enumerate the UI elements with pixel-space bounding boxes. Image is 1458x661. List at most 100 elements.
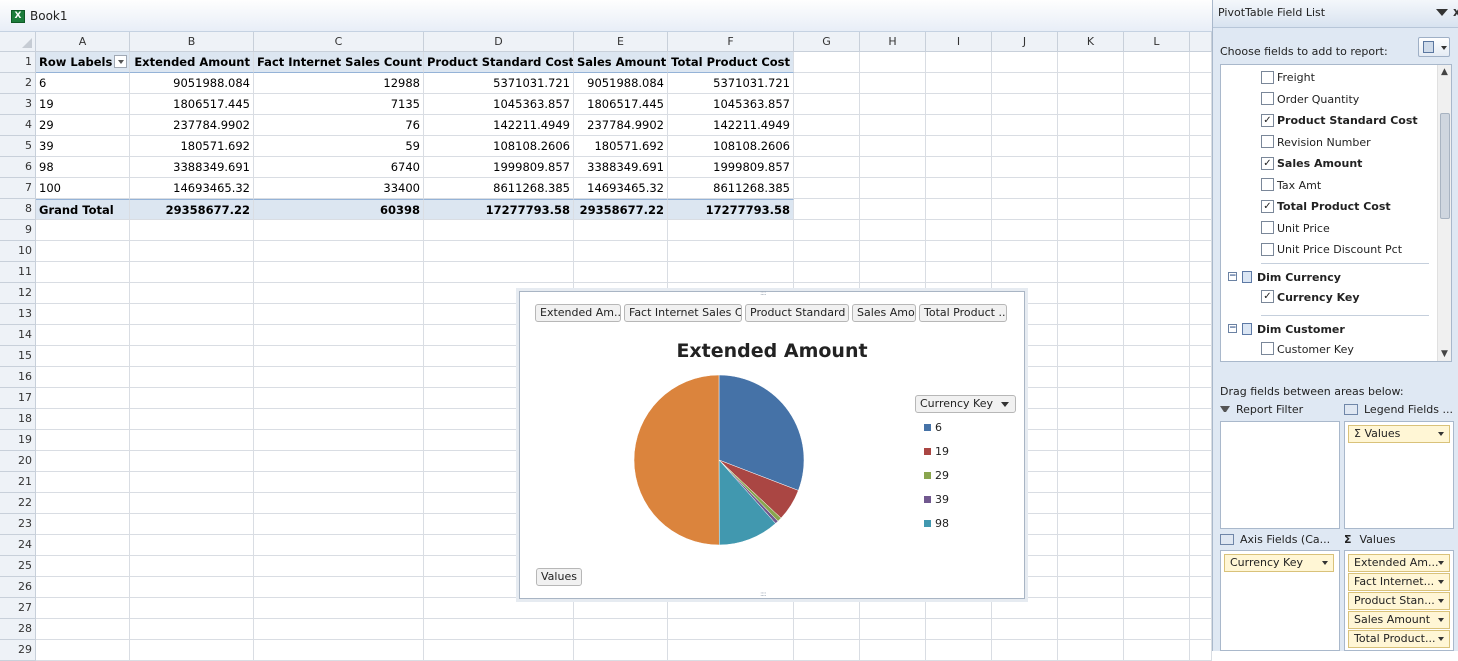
grid-cell[interactable]: [130, 577, 254, 598]
grid-cell[interactable]: [668, 262, 794, 283]
pivot-value-cell[interactable]: 108108.2606: [668, 136, 794, 157]
row-header-4[interactable]: 4: [0, 115, 36, 136]
grid-cell[interactable]: [926, 115, 992, 136]
grid-cell[interactable]: [254, 430, 424, 451]
grid-cell[interactable]: [130, 388, 254, 409]
grid-cell[interactable]: [1124, 409, 1190, 430]
grid-cell[interactable]: [254, 556, 424, 577]
grid-cell[interactable]: [130, 598, 254, 619]
grid-cell[interactable]: [1058, 409, 1124, 430]
grid-cell[interactable]: [254, 598, 424, 619]
grid-cell[interactable]: [860, 220, 926, 241]
field-item[interactable]: Order Quantity: [1261, 91, 1359, 109]
row-header-2[interactable]: 2: [0, 73, 36, 94]
grid-cell[interactable]: [1058, 619, 1124, 640]
pivot-value-cell[interactable]: 237784.9902: [574, 115, 668, 136]
scroll-up-icon[interactable]: ▲: [1441, 67, 1448, 77]
grid-cell[interactable]: [1058, 52, 1124, 73]
pivot-column-header[interactable]: Extended Amount: [130, 52, 254, 73]
grid-cell[interactable]: [36, 577, 130, 598]
value-field-chip[interactable]: Extended Am...: [1348, 554, 1450, 572]
grid-cell[interactable]: [1124, 388, 1190, 409]
grid-cell[interactable]: [1058, 136, 1124, 157]
grid-cell[interactable]: [424, 220, 574, 241]
row-header-23[interactable]: 23: [0, 514, 36, 535]
checkbox-icon[interactable]: [1261, 70, 1274, 84]
grid-cell[interactable]: [1124, 262, 1190, 283]
column-header-j[interactable]: J: [992, 32, 1058, 52]
grid-cell[interactable]: [36, 451, 130, 472]
pivot-row-label[interactable]: 39: [36, 136, 130, 157]
grid-cell[interactable]: [36, 430, 130, 451]
grid-cell[interactable]: [254, 514, 424, 535]
row-header-25[interactable]: 25: [0, 556, 36, 577]
grid-cell[interactable]: [794, 157, 860, 178]
pie-slice-100[interactable]: [633, 374, 720, 546]
pivot-value-cell[interactable]: 8611268.385: [424, 178, 574, 199]
grid-cell[interactable]: [1058, 199, 1124, 220]
pivot-value-cell[interactable]: 1045363.857: [668, 94, 794, 115]
checkbox-icon[interactable]: [1261, 178, 1274, 191]
row-header-10[interactable]: 10: [0, 241, 36, 262]
grid-cell[interactable]: [130, 451, 254, 472]
pivot-value-cell[interactable]: 76: [254, 115, 424, 136]
grid-cell[interactable]: [36, 283, 130, 304]
pivot-value-cell[interactable]: 12988: [254, 73, 424, 94]
grid-cell[interactable]: [36, 325, 130, 346]
checkbox-icon[interactable]: [1261, 135, 1274, 148]
grid-cell[interactable]: [1124, 199, 1190, 220]
grid-cell[interactable]: [992, 262, 1058, 283]
grid-cell[interactable]: [254, 535, 424, 556]
field-item[interactable]: Unit Price Discount Pct: [1261, 241, 1402, 259]
grid-cell[interactable]: [860, 619, 926, 640]
row-header-21[interactable]: 21: [0, 472, 36, 493]
grid-cell[interactable]: [926, 262, 992, 283]
row-header-1[interactable]: 1: [0, 52, 36, 73]
grid-cell[interactable]: [992, 94, 1058, 115]
close-icon[interactable]: x: [1453, 5, 1458, 19]
grid-cell[interactable]: [254, 409, 424, 430]
field-item[interactable]: Revision Number: [1261, 134, 1371, 152]
chart-resize-handle-bottom[interactable]: ::::: [760, 590, 767, 598]
column-header-g[interactable]: G: [794, 32, 860, 52]
field-item[interactable]: ✓ Total Product Cost: [1261, 198, 1391, 216]
field-list-layout-button[interactable]: [1418, 37, 1450, 57]
grid-cell[interactable]: [992, 157, 1058, 178]
grid-cell[interactable]: [926, 52, 992, 73]
checkbox-icon[interactable]: [1261, 221, 1274, 234]
grid-cell[interactable]: [1124, 451, 1190, 472]
pivot-value-cell[interactable]: 9051988.084: [130, 73, 254, 94]
grid-cell[interactable]: [1058, 451, 1124, 472]
grid-cell[interactable]: [574, 220, 668, 241]
grid-cell[interactable]: [1124, 115, 1190, 136]
pivot-value-cell[interactable]: 8611268.385: [668, 178, 794, 199]
row-header-11[interactable]: 11: [0, 262, 36, 283]
pivot-value-cell[interactable]: 142211.4949: [424, 115, 574, 136]
grid-cell[interactable]: [36, 493, 130, 514]
chart-value-button[interactable]: Total Product ...: [919, 304, 1007, 322]
grid-cell[interactable]: [926, 220, 992, 241]
grid-cell[interactable]: [926, 619, 992, 640]
grid-cell[interactable]: [1058, 304, 1124, 325]
grid-cell[interactable]: [424, 619, 574, 640]
grid-cell[interactable]: [794, 199, 860, 220]
row-header-27[interactable]: 27: [0, 598, 36, 619]
grid-cell[interactable]: [926, 241, 992, 262]
row-header-24[interactable]: 24: [0, 535, 36, 556]
chart-value-button[interactable]: Sales Amo...: [852, 304, 916, 322]
grid-cell[interactable]: [992, 220, 1058, 241]
grid-cell[interactable]: [668, 598, 794, 619]
grid-cell[interactable]: [794, 136, 860, 157]
values-field-button[interactable]: Values: [536, 568, 582, 586]
scroll-down-icon[interactable]: ▼: [1441, 349, 1448, 359]
grid-cell[interactable]: [254, 451, 424, 472]
grid-cell[interactable]: [992, 199, 1058, 220]
grid-cell[interactable]: [1058, 535, 1124, 556]
pivot-row-label[interactable]: 98: [36, 157, 130, 178]
field-list[interactable]: Freight Order Quantity ✓ Product Standard C…: [1220, 64, 1452, 362]
grid-cell[interactable]: [130, 220, 254, 241]
checked-checkbox-icon[interactable]: ✓: [1261, 156, 1274, 170]
pivot-value-cell[interactable]: 7135: [254, 94, 424, 115]
grid-cell[interactable]: [254, 262, 424, 283]
collapse-icon[interactable]: −: [1228, 324, 1237, 333]
